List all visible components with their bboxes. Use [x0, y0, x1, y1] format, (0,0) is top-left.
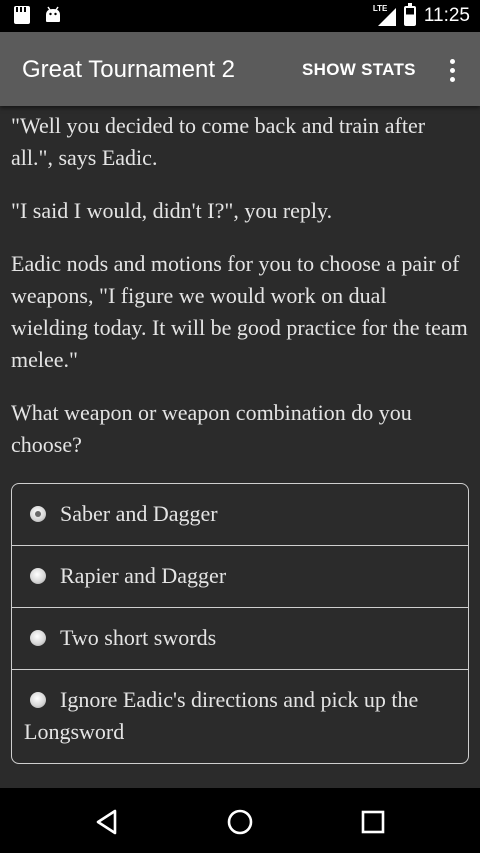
network-label: LTE	[372, 4, 388, 13]
choice-label: Rapier and Dagger	[60, 563, 227, 588]
app-bar: Great Tournament 2 SHOW STATS	[0, 32, 480, 106]
story-paragraph: "I said I would, didn't I?", you reply.	[11, 198, 333, 223]
navigation-bar	[0, 788, 480, 853]
radio-icon[interactable]	[30, 630, 46, 646]
more-vert-icon[interactable]	[440, 52, 464, 88]
choice-option[interactable]: Two short swords	[12, 608, 468, 670]
recents-icon[interactable]	[359, 808, 387, 836]
clock: 11:25	[423, 5, 470, 26]
sd-card-icon	[14, 6, 30, 24]
app-title: Great Tournament 2	[22, 56, 236, 83]
show-stats-button[interactable]: SHOW STATS	[294, 50, 424, 90]
back-icon[interactable]	[93, 808, 121, 836]
android-icon	[46, 6, 60, 22]
choice-list: Saber and Dagger Rapier and Dagger Two s…	[11, 483, 469, 764]
story-paragraph: "Well you decided to come back and train…	[11, 113, 426, 170]
home-icon[interactable]	[226, 808, 254, 836]
story-paragraph: Eadic nods and motions for you to choose…	[11, 251, 468, 372]
signal-icon: LTE	[372, 4, 396, 26]
status-bar: LTE 11:25	[0, 0, 480, 32]
radio-icon[interactable]	[30, 692, 46, 708]
choice-option[interactable]: Rapier and Dagger	[12, 546, 468, 608]
choice-label: Ignore Eadic's directions and pick up th…	[24, 687, 419, 744]
battery-icon	[403, 3, 416, 26]
choice-label: Saber and Dagger	[60, 501, 218, 526]
story-question: What weapon or weapon combination do you…	[11, 400, 412, 457]
radio-icon[interactable]	[30, 568, 46, 584]
choice-option[interactable]: Ignore Eadic's directions and pick up th…	[12, 670, 468, 763]
choice-label: Two short swords	[60, 625, 217, 650]
choice-option[interactable]: Saber and Dagger	[12, 484, 468, 546]
radio-selected-icon[interactable]	[30, 506, 46, 522]
